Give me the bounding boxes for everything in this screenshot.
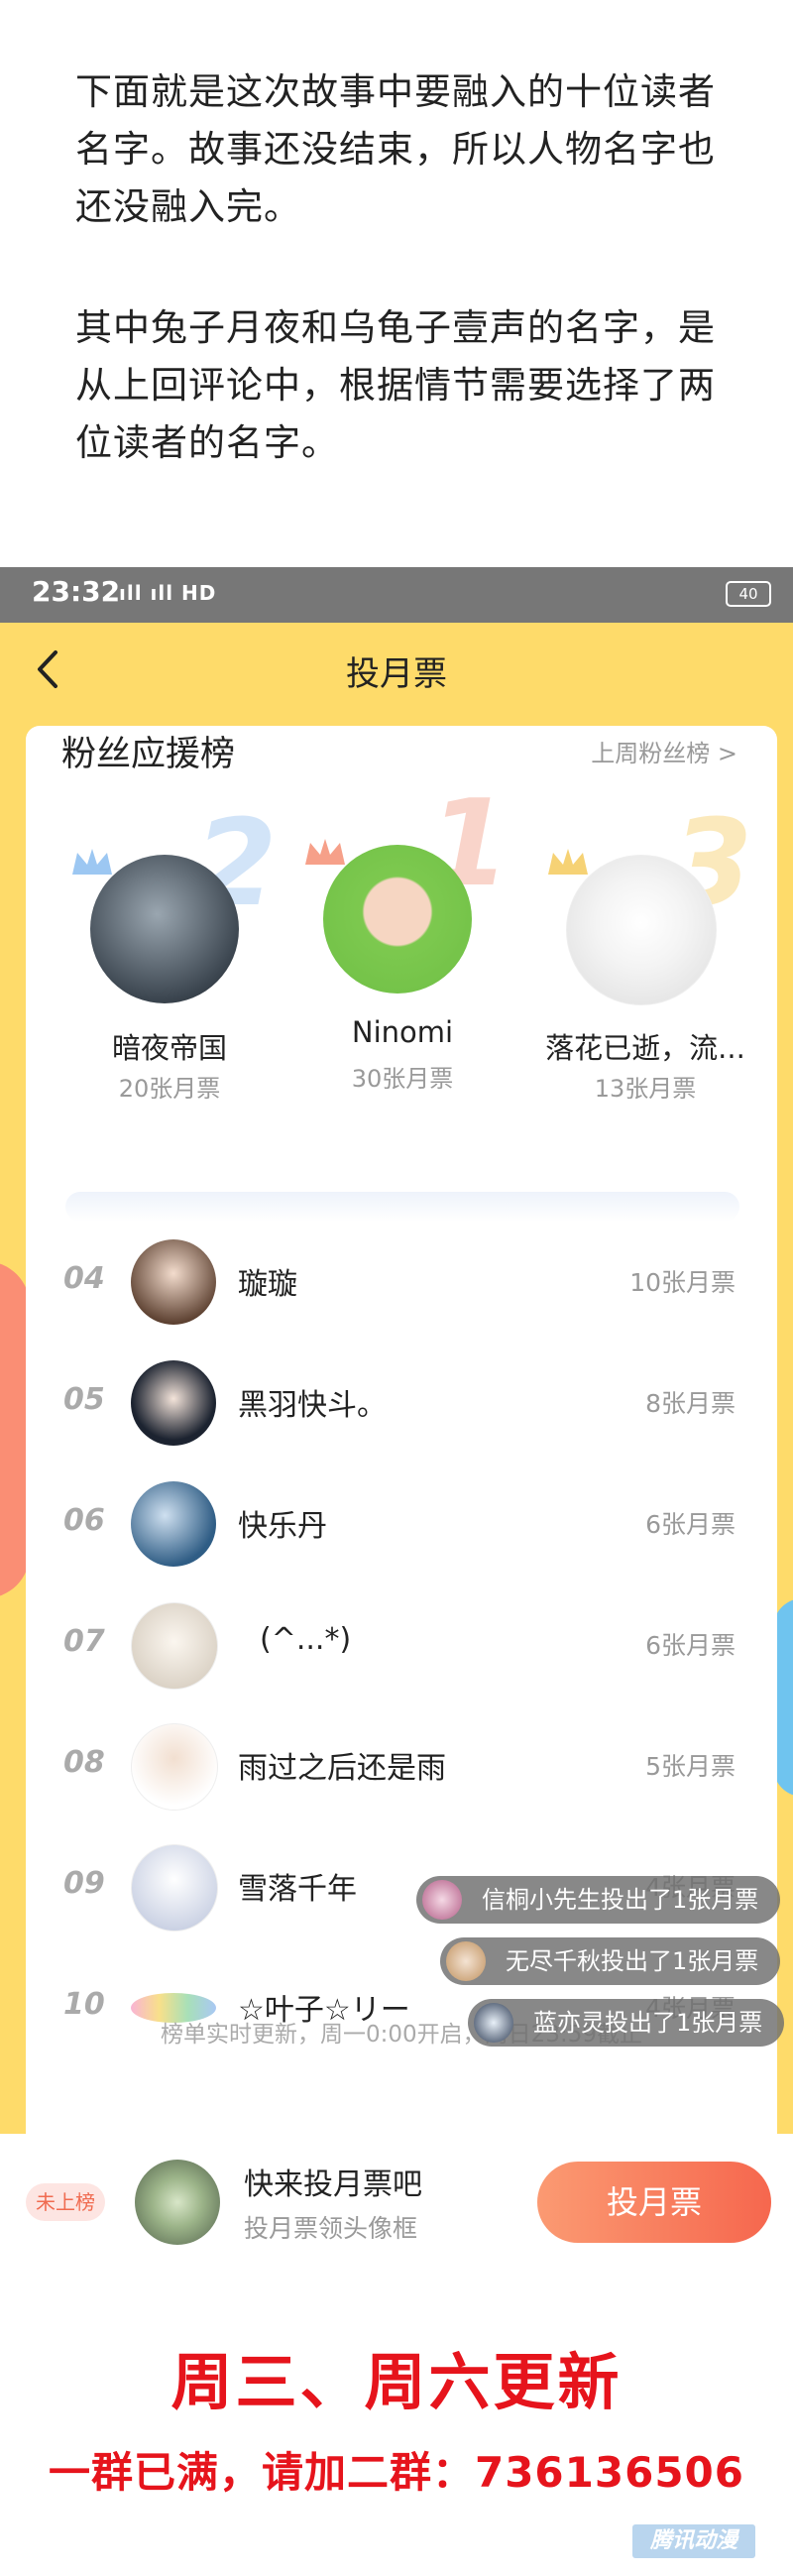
podium-tickets: 13张月票 <box>594 1075 697 1103</box>
rank-number: 07 <box>63 1624 105 1659</box>
avatar <box>131 1844 218 1932</box>
divider-glow <box>65 1192 739 1222</box>
ranking-row[interactable]: 05 黑羽快斗。 8张月票 <box>26 1343 777 1464</box>
intro-paragraph-2: 其中兔子月夜和乌龟子壹声的名字，是从上回评论中，根据情节需要选择了两位读者的名字… <box>75 306 716 464</box>
podium-name: 暗夜帝国 <box>111 1031 227 1065</box>
toast-text: 蓝亦灵投出了1张月票 <box>533 2009 763 2037</box>
status-bar: 23:32 ıll ıll HD 40 <box>0 567 793 623</box>
vote-toast: 无尽千秋投出了1张月票 <box>440 1937 781 1985</box>
avatar <box>131 1481 216 1567</box>
avatar <box>131 1239 216 1325</box>
watermark-logo: 腾讯动漫 <box>632 2524 755 2558</box>
vote-toast: 信桐小先生投出了1张月票 <box>416 1876 781 1924</box>
intro-paragraph-1: 下面就是这次故事中要融入的十位读者名字。故事还没结束，所以人物名字也还没融入完。 <box>75 70 716 228</box>
ticket-count: 6张月票 <box>645 1510 736 1539</box>
ranking-row[interactable]: 06 快乐丹 6张月票 <box>26 1464 777 1584</box>
reader-name: 雪落千年 <box>238 1872 357 1907</box>
avatar <box>566 855 717 1005</box>
avatar <box>446 1941 486 1981</box>
top-bar: 投月票 <box>0 623 793 716</box>
ticket-count: 8张月票 <box>645 1389 736 1418</box>
avatar <box>90 855 239 1003</box>
rank-number: 08 <box>63 1745 105 1780</box>
vote-prompt-subtitle: 投月票领头像框 <box>244 2214 418 2243</box>
podium-tickets: 20张月票 <box>118 1075 221 1103</box>
reader-name: 璇璇 <box>238 1267 297 1302</box>
podium-tickets: 30张月票 <box>351 1065 454 1093</box>
phone-screenshot: 23:32 ıll ıll HD 40 投月票 粉丝应援榜 上周粉丝榜 > 2 … <box>0 567 793 2271</box>
podium-name: Ninomi <box>351 1015 454 1049</box>
toast-text: 信桐小先生投出了1张月票 <box>482 1886 759 1914</box>
fans-card: 粉丝应援榜 上周粉丝榜 > 2 暗夜帝国 20张月票 1 Ninomi 30张月… <box>26 726 777 2213</box>
vote-toast: 蓝亦灵投出了1张月票 <box>468 1999 785 2047</box>
rank-number: 09 <box>63 1866 105 1901</box>
avatar <box>131 1723 218 1811</box>
unranked-badge: 未上榜 <box>26 2183 105 2221</box>
podium-rank-3[interactable]: 3 落花已逝，流... 13张月票 <box>521 795 769 1103</box>
signal-icon: ıll ıll HD <box>119 581 217 605</box>
reader-name: 快乐丹 <box>238 1509 327 1544</box>
ticket-count: 6张月票 <box>645 1631 736 1660</box>
bottom-vote-bar: 未上榜 快来投月票吧 投月票领头像框 投月票 <box>0 2134 793 2271</box>
avatar <box>131 1602 218 1690</box>
battery-icon: 40 <box>726 581 771 607</box>
avatar <box>131 1360 216 1446</box>
update-schedule: 周三、周六更新 <box>170 2346 623 2418</box>
last-week-link[interactable]: 上周粉丝榜 > <box>591 734 737 768</box>
intro-section: 下面就是这次故事中要融入的十位读者名字。故事还没结束，所以人物名字也还没融入完。… <box>0 0 793 567</box>
rank-number: 05 <box>63 1382 105 1417</box>
avatar <box>323 845 472 994</box>
toast-text: 无尽千秋投出了1张月票 <box>506 1947 759 1975</box>
page-title: 投月票 <box>346 654 447 694</box>
ticket-count: 5张月票 <box>645 1752 736 1781</box>
reader-name: (^...*) <box>260 1622 352 1657</box>
podium-rank-2[interactable]: 2 暗夜帝国 20张月票 <box>46 795 293 1103</box>
rank-number: 04 <box>63 1261 105 1296</box>
outro-section: 周三、周六更新 一群已满，请加二群：736136506 腾讯动漫 <box>0 2271 793 2576</box>
group-info: 一群已满，请加二群：736136506 <box>48 2448 744 2497</box>
ticket-count: 10张月票 <box>629 1268 736 1297</box>
podium-rank-1[interactable]: 1 Ninomi 30张月票 <box>279 775 526 1093</box>
ranking-row[interactable]: 07 (^...*) 6张月票 <box>26 1584 777 1705</box>
ranking-row[interactable]: 04 璇璇 10张月票 <box>26 1222 777 1343</box>
status-time: 23:32 <box>32 575 121 608</box>
section-title: 粉丝应援榜 <box>61 735 236 774</box>
ranking-row[interactable]: 08 雨过之后还是雨 5张月票 <box>26 1705 777 1826</box>
reader-name: 黑羽快斗。 <box>238 1388 387 1423</box>
podium-name: 落花已逝，流... <box>545 1031 745 1065</box>
avatar <box>474 2003 513 2043</box>
vote-button[interactable]: 投月票 <box>537 2162 771 2243</box>
rank-number: 06 <box>63 1503 105 1538</box>
avatar <box>135 2160 220 2245</box>
avatar <box>422 1880 462 1920</box>
vote-prompt-title: 快来投月票吧 <box>244 2167 422 2202</box>
reader-name: 雨过之后还是雨 <box>238 1751 446 1786</box>
